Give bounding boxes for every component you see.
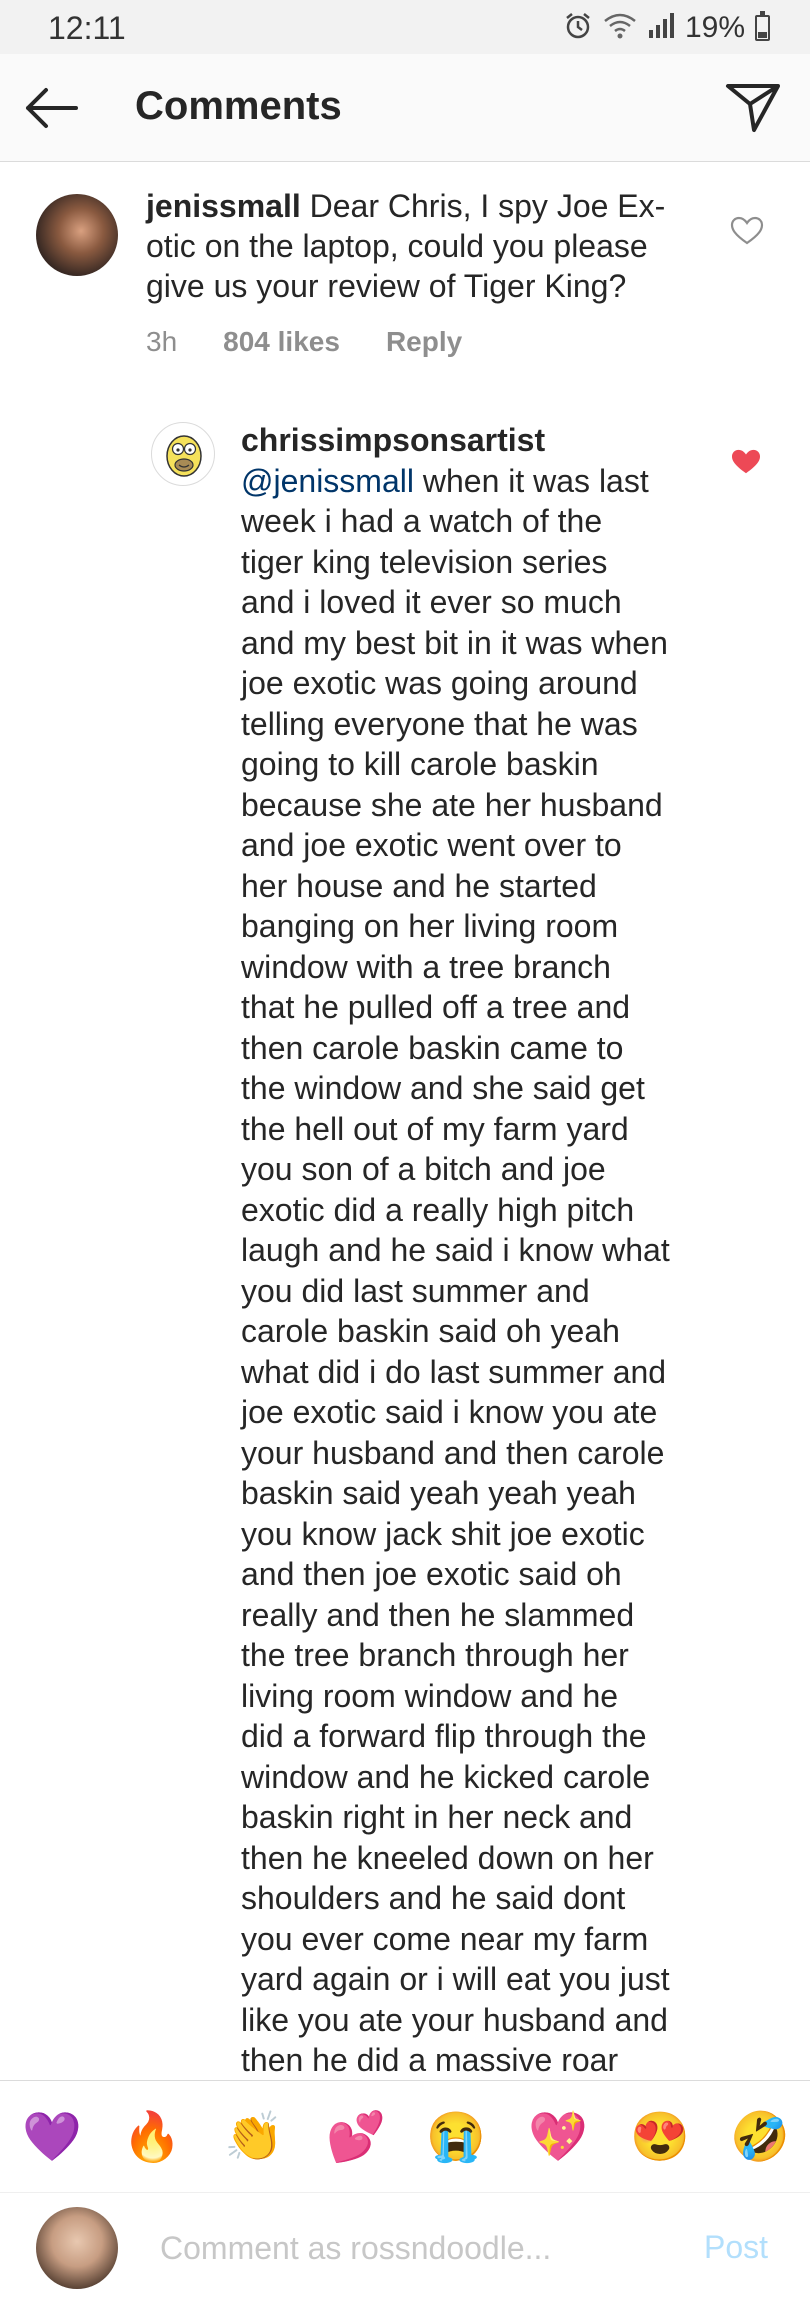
wifi-icon xyxy=(603,12,637,45)
status-time: 12:11 xyxy=(48,10,126,46)
clapping-hands-emoji[interactable]: 👏 xyxy=(224,2109,284,2167)
two-hearts-emoji[interactable]: 💕 xyxy=(326,2109,386,2167)
page-title: Comments xyxy=(135,84,342,128)
signal-icon xyxy=(647,12,675,45)
comment-text: when it was last week i had a watch of t… xyxy=(241,462,670,2079)
avatar-illustration xyxy=(166,435,202,477)
status-icons: 19% xyxy=(563,10,770,46)
comment-username[interactable]: jenissmall xyxy=(146,188,301,224)
mention-link[interactable]: @jenissmall xyxy=(241,463,414,499)
emoji-row: 💜 🔥 👏 💕 😭 💖 😍 🤣 xyxy=(0,2081,810,2193)
back-button[interactable] xyxy=(22,80,82,136)
purple-heart-emoji[interactable]: 💜 xyxy=(22,2109,82,2167)
share-button[interactable] xyxy=(724,78,782,136)
avatar[interactable] xyxy=(36,194,118,276)
heart-eyes-emoji[interactable]: 😍 xyxy=(630,2109,690,2167)
status-bar: 12:11 19% xyxy=(0,0,810,54)
header: Comments xyxy=(0,54,810,162)
comment-meta: 3h 804 likes Reply xyxy=(146,326,462,358)
heart-filled-icon xyxy=(732,449,760,474)
crying-face-emoji[interactable]: 😭 xyxy=(426,2109,486,2167)
comment-composer: Post xyxy=(0,2192,810,2304)
battery-percent: 19% xyxy=(684,11,745,44)
comment-input[interactable] xyxy=(160,2223,660,2273)
comment-likes[interactable]: 804 likes xyxy=(223,326,340,358)
like-button[interactable] xyxy=(730,216,764,246)
post-button[interactable]: Post xyxy=(704,2229,768,2266)
avatar xyxy=(36,2207,118,2289)
emoji-bar: 💜 🔥 👏 💕 😭 💖 😍 🤣 xyxy=(0,2080,810,2192)
comment-username[interactable]: chrissimpsonsartist xyxy=(241,420,545,460)
fire-emoji[interactable]: 🔥 xyxy=(122,2109,182,2167)
heart-outline-icon xyxy=(730,216,764,245)
alarm-icon xyxy=(563,11,593,46)
reply-button[interactable]: Reply xyxy=(386,326,462,358)
battery-icon xyxy=(755,11,770,41)
comment-text: jenissmall Dear Chris, I spy Joe Ex-otic… xyxy=(146,186,706,306)
paper-plane-icon xyxy=(726,84,780,132)
comment-time: 3h xyxy=(146,326,178,357)
sparkling-heart-emoji[interactable]: 💖 xyxy=(528,2109,588,2167)
avatar[interactable] xyxy=(151,422,215,486)
like-button[interactable] xyxy=(730,448,762,476)
rolling-laughing-emoji[interactable]: 🤣 xyxy=(730,2109,790,2167)
arrow-left-icon xyxy=(26,88,78,128)
comment-body: @jenissmall when it was last week i had … xyxy=(241,461,721,2081)
